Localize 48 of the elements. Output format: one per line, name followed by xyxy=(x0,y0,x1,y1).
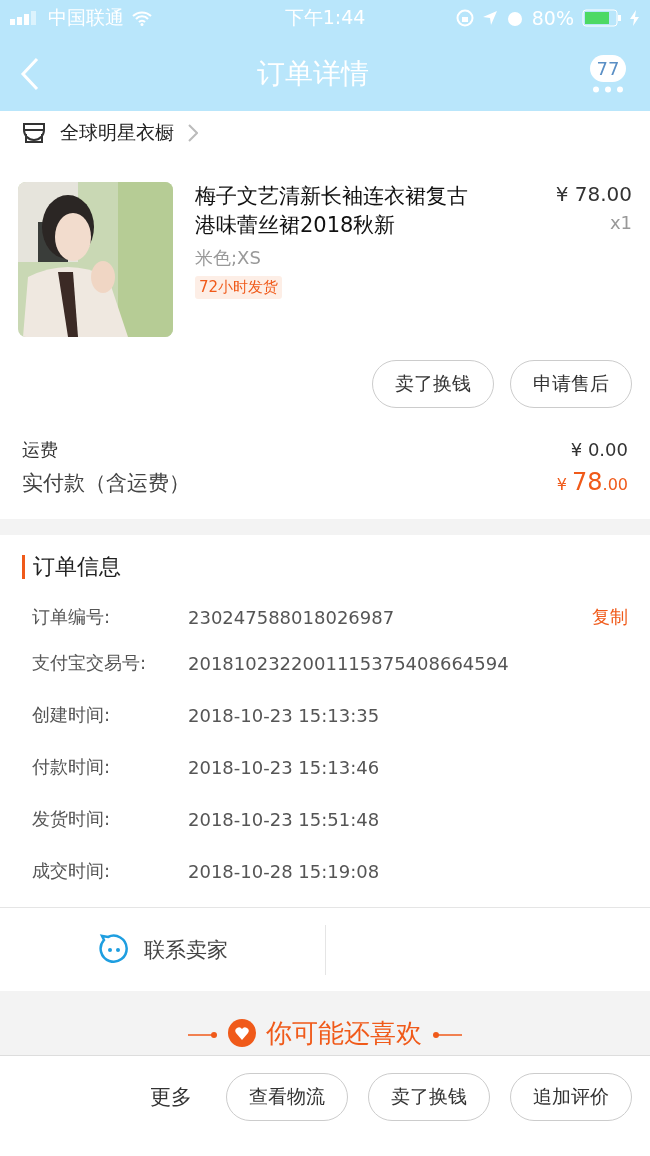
info-value: 2018-10-28 15:19:08 xyxy=(188,860,381,882)
page-title: 订单详情 xyxy=(257,55,369,92)
battery-percent: 80% xyxy=(531,7,574,29)
chat-face-icon xyxy=(97,933,130,966)
copy-link[interactable]: 复制 xyxy=(592,605,628,629)
action-button[interactable]: 查看物流 xyxy=(226,1073,348,1121)
info-value: 2018-10-23 15:13:35 xyxy=(188,704,381,726)
paid-label: 实付款（含运费） xyxy=(22,470,190,497)
info-label: 创建时间: xyxy=(32,703,112,727)
product-variant: 米色;XS xyxy=(195,246,262,270)
action-button[interactable]: 卖了换钱 xyxy=(372,360,494,408)
location-icon xyxy=(481,10,498,26)
battery-icon xyxy=(582,9,622,27)
arrow-line-icon xyxy=(432,1031,462,1039)
info-value: 2018-10-23 15:13:46 xyxy=(188,756,381,778)
info-label: 订单编号: xyxy=(32,605,112,629)
wifi-icon xyxy=(132,10,152,26)
shipping-tag: 72小时发货 xyxy=(195,276,283,299)
info-label: 发货时间: xyxy=(32,807,112,831)
more-icon[interactable] xyxy=(592,85,624,93)
recommend-title: 你可能还喜欢 xyxy=(266,1017,422,1050)
message-count: 77 xyxy=(589,54,627,82)
rotation-lock-icon xyxy=(455,9,474,27)
paid-amount: ¥ 78.00 xyxy=(556,468,628,496)
shipping-label: 运费 xyxy=(22,438,58,462)
chevron-right-icon[interactable] xyxy=(188,124,198,142)
product-quantity: x1 xyxy=(609,212,632,233)
shipping-value: ¥ 0.00 xyxy=(570,439,628,460)
info-label: 成交时间: xyxy=(32,859,112,883)
charging-icon xyxy=(630,10,640,26)
info-value: 2018-10-23 15:51:48 xyxy=(188,808,381,830)
more-link[interactable]: 更多 xyxy=(150,1083,192,1111)
arrow-line-icon xyxy=(188,1031,218,1039)
section-title: 订单信息 xyxy=(22,555,121,579)
product-title[interactable]: 梅子文艺清新长袖连衣裙复古港味蕾丝裙2018秋新 xyxy=(195,182,485,240)
info-label: 付款时间: xyxy=(32,755,112,779)
carrier-name: 中国联通 xyxy=(48,5,124,30)
back-icon[interactable] xyxy=(20,56,40,91)
shop-icon xyxy=(22,122,46,144)
info-label: 支付宝交易号: xyxy=(32,651,148,675)
action-button[interactable]: 申请售后 xyxy=(510,360,632,408)
info-value: 2018102322001115375408664594 xyxy=(188,652,510,674)
action-button[interactable]: 追加评价 xyxy=(510,1073,632,1121)
status-time: 下午1:44 xyxy=(284,5,366,30)
product-price: ¥ 78.00 xyxy=(555,182,632,206)
info-value: 230247588018026987 xyxy=(188,606,396,628)
action-button[interactable]: 卖了换钱 xyxy=(368,1073,490,1121)
shop-name[interactable]: 全球明星衣橱 xyxy=(60,120,174,146)
